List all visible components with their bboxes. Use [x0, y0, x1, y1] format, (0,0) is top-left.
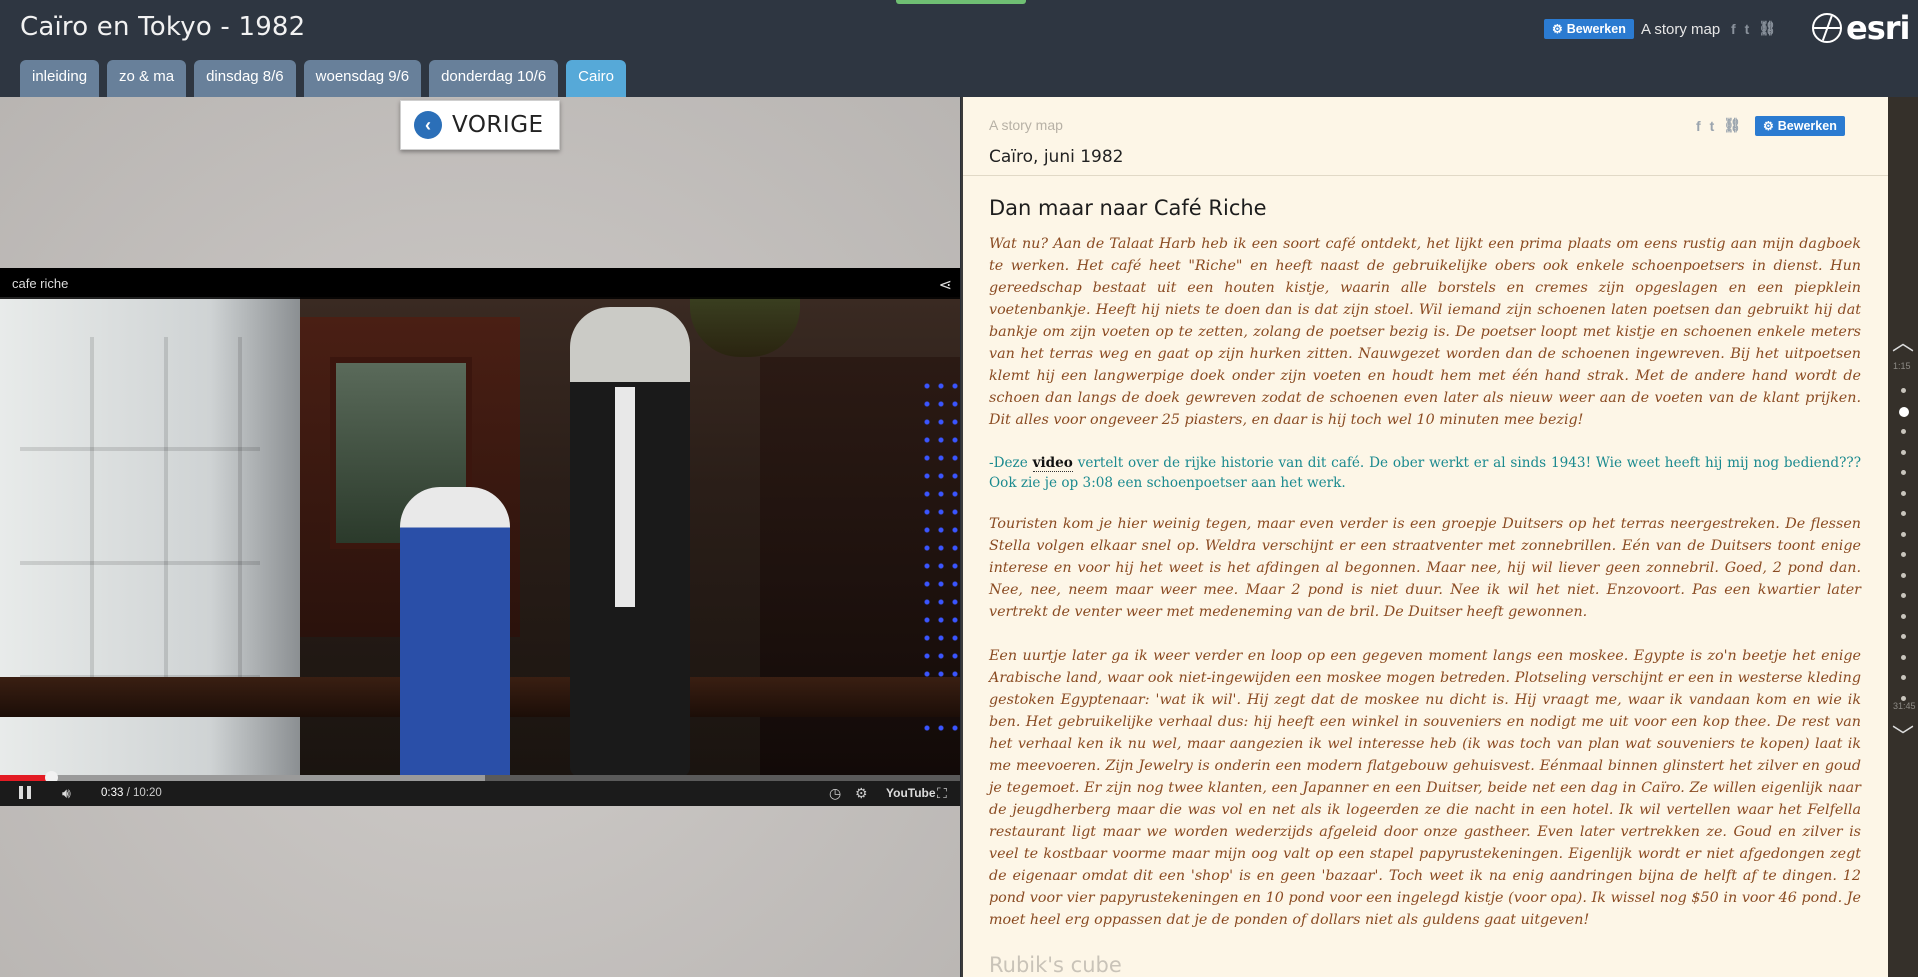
- media-panel: ‹ VORIGE cafe riche ⋖ 🔊︎ 0:33 / 10:20 ◷ …: [0, 97, 960, 977]
- story-paragraph-1: Wat nu? Aan de Talaat Harb heb ik een so…: [989, 236, 1861, 428]
- next-section-title: Rubik's cube: [989, 953, 1122, 977]
- youtube-logo[interactable]: YouTube: [886, 786, 936, 800]
- fullscreen-icon[interactable]: ⛶: [937, 785, 947, 802]
- story-map-link[interactable]: A story map: [1641, 21, 1720, 38]
- story-share-icons: f t ⛓: [1696, 117, 1741, 134]
- video-scene-panels: [20, 337, 260, 697]
- watch-later-icon[interactable]: ◷: [829, 785, 841, 802]
- section-dot[interactable]: [1901, 634, 1906, 639]
- app-header: Caïro en Tokyo - 1982 ⚙ Bewerken A story…: [0, 0, 1918, 97]
- esri-logo-text: esri: [1846, 9, 1910, 47]
- video-controls: 🔊︎ 0:33 / 10:20 ◷ ⚙ YouTube ⛶: [0, 781, 960, 806]
- facebook-icon[interactable]: f: [1731, 21, 1736, 37]
- video-title-bar: cafe riche ⋖: [0, 268, 960, 299]
- volume-icon[interactable]: 🔊︎: [62, 785, 71, 802]
- section-dot[interactable]: [1901, 388, 1906, 393]
- gear-icon: ⚙: [1552, 22, 1563, 36]
- tab-cairo[interactable]: Cairo: [566, 60, 627, 97]
- tab-donderdag[interactable]: donderdag 10/6: [429, 60, 559, 97]
- video-link[interactable]: video: [1032, 455, 1073, 472]
- section-dot[interactable]: [1901, 675, 1906, 680]
- story-edit-label: Bewerken: [1777, 119, 1837, 133]
- video-frame[interactable]: [0, 297, 960, 775]
- tab-bar: inleiding zo & ma dinsdag 8/6 woensdag 9…: [20, 60, 627, 97]
- section-dot[interactable]: [1901, 449, 1906, 455]
- story-subtitle: A story map: [989, 117, 1063, 133]
- globe-icon: [1812, 13, 1842, 43]
- previous-label: VORIGE: [452, 112, 544, 138]
- tab-inleiding[interactable]: inleiding: [20, 60, 100, 97]
- chevron-down-icon[interactable]: ﹀: [1892, 719, 1914, 751]
- chevron-up-icon[interactable]: ︿: [1892, 325, 1914, 357]
- esri-logo[interactable]: esri: [1812, 9, 1910, 47]
- video-scene-waiter: [570, 307, 690, 775]
- nav-time-bottom: 31:45: [1893, 701, 1916, 711]
- video-scene-lamp: [690, 297, 800, 357]
- tab-dinsdag[interactable]: dinsdag 8/6: [194, 60, 296, 97]
- video-scene-worker: [400, 487, 510, 775]
- nav-time-top: 1:15: [1893, 361, 1911, 371]
- video-time: 0:33 / 10:20: [101, 787, 162, 799]
- section-dot[interactable]: [1901, 593, 1906, 598]
- section-dot[interactable]: [1901, 490, 1906, 496]
- tab-woensdag[interactable]: woensdag 9/6: [303, 60, 422, 97]
- story-panel: A story map Caïro, juni 1982 f t ⛓ ⚙ Bew…: [961, 97, 1888, 977]
- video-duration: 10:20: [132, 787, 162, 799]
- section-dot[interactable]: [1901, 572, 1906, 578]
- gear-icon: ⚙: [1763, 119, 1774, 133]
- header-edit-label: Bewerken: [1566, 22, 1626, 36]
- link-icon[interactable]: ⛓: [1723, 117, 1741, 134]
- share-icon[interactable]: ⋖: [939, 275, 952, 295]
- story-content: Dan maar naar Café Riche Wat nu? Aan de …: [989, 196, 1861, 977]
- twitter-icon[interactable]: t: [1745, 21, 1750, 37]
- story-title: Caïro, juni 1982: [989, 147, 1124, 167]
- story-edit-button[interactable]: ⚙ Bewerken: [1755, 116, 1845, 136]
- section-dot[interactable]: [1901, 429, 1906, 434]
- section-dot[interactable]: [1901, 470, 1906, 475]
- section-dot[interactable]: [1901, 511, 1906, 516]
- story-paragraph-3: Een uurtje later ga ik weer verder en lo…: [989, 648, 1861, 928]
- story-paragraph-2: Touristen kom je hier weinig tegen, maar…: [989, 516, 1861, 620]
- pause-icon[interactable]: [19, 786, 31, 799]
- twitter-icon[interactable]: t: [1710, 118, 1715, 134]
- video-player[interactable]: cafe riche ⋖ 🔊︎ 0:33 / 10:20 ◷ ⚙ YouTube…: [0, 268, 960, 806]
- video-note-prefix: -Deze: [989, 455, 1033, 471]
- header-edit-button[interactable]: ⚙ Bewerken: [1544, 19, 1634, 39]
- previous-button[interactable]: ‹ VORIGE: [400, 100, 560, 150]
- settings-gear-icon[interactable]: ⚙: [855, 785, 868, 802]
- section-dot[interactable]: [1901, 613, 1906, 619]
- section-dot[interactable]: [1901, 654, 1906, 660]
- section-dot[interactable]: [1901, 531, 1906, 537]
- section-dot[interactable]: [1901, 695, 1906, 701]
- video-note-suffix: vertelt over de rijke historie van dit c…: [989, 455, 1861, 491]
- facebook-icon[interactable]: f: [1696, 118, 1701, 134]
- app-title: Caïro en Tokyo - 1982: [20, 12, 306, 42]
- video-title[interactable]: cafe riche: [12, 276, 68, 291]
- story-panel-header: A story map Caïro, juni 1982 f t ⛓ ⚙ Bew…: [963, 97, 1888, 176]
- section-dot[interactable]: [1901, 552, 1906, 557]
- video-note: -Deze video vertelt over de rijke histor…: [989, 453, 1861, 493]
- top-accent-bar: [896, 0, 1026, 4]
- section-nav-strip: ︿ 1:15 31:45 ﹀: [1888, 97, 1918, 977]
- section-title: Dan maar naar Café Riche: [989, 196, 1267, 220]
- video-current-time: 0:33: [101, 787, 124, 799]
- tab-zo-ma[interactable]: zo & ma: [107, 60, 187, 97]
- section-dot-active[interactable]: [1899, 406, 1909, 417]
- header-share-icons: f t ⛓: [1731, 20, 1776, 37]
- chevron-left-icon: ‹: [414, 111, 442, 139]
- link-icon[interactable]: ⛓: [1758, 20, 1776, 37]
